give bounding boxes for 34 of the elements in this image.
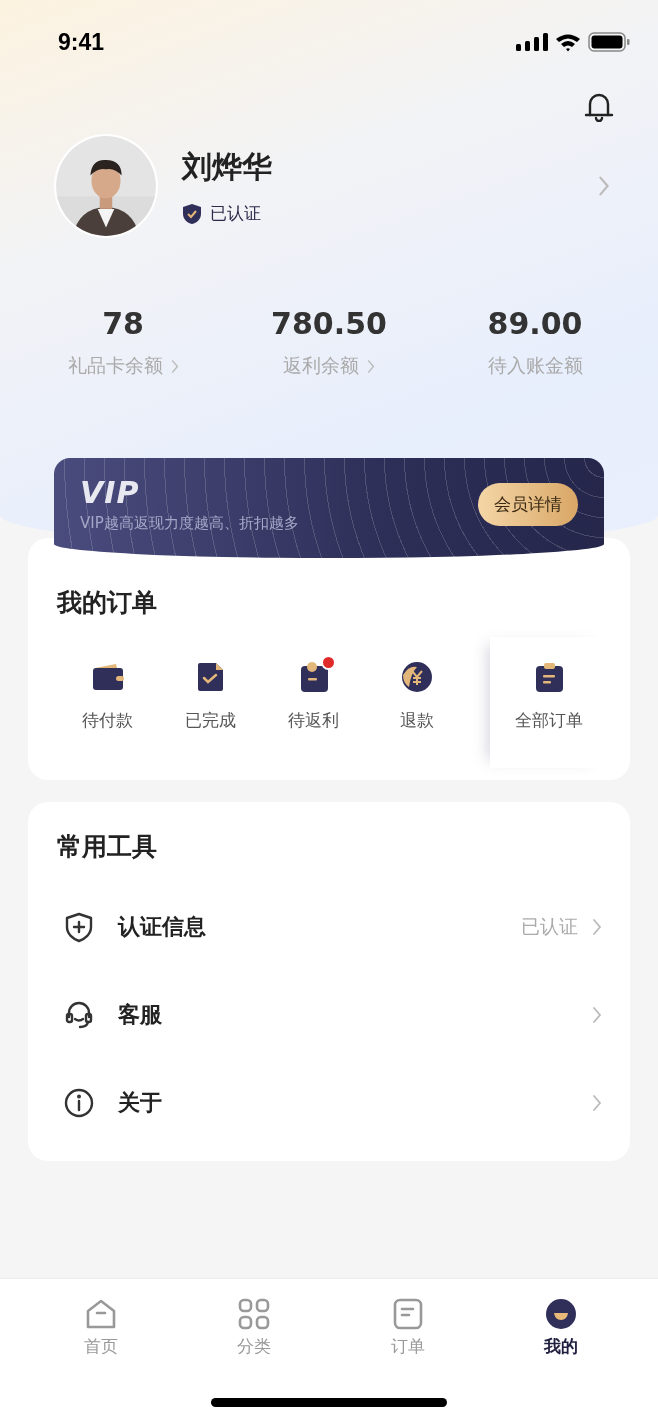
tool-row[interactable]: 客服: [28, 971, 630, 1059]
chevron-right-icon: [367, 358, 375, 374]
headset-icon: [63, 999, 95, 1031]
order-status-item[interactable]: 待付款: [56, 637, 159, 768]
stat-value: 780.50: [271, 306, 387, 341]
chevron-right-icon: [598, 175, 610, 197]
status-time: 9:41: [58, 28, 105, 56]
order-status-item[interactable]: 退款: [365, 637, 468, 768]
face-icon: [544, 1297, 579, 1331]
grid-icon: [237, 1297, 272, 1331]
section-title: 常用工具: [57, 831, 158, 863]
wifi-icon: [555, 32, 581, 52]
chevron-right-icon: [592, 918, 602, 936]
section-title: 我的订单: [57, 587, 158, 619]
stat-value: 89.00: [487, 306, 583, 341]
user-name: 刘烨华: [182, 148, 273, 186]
stat-value: 78: [102, 306, 144, 341]
vip-logo: VIP: [80, 475, 141, 510]
order-status-item[interactable]: 已完成: [159, 637, 262, 768]
shield-check-icon: [182, 202, 202, 225]
chevron-right-icon: [592, 1094, 602, 1112]
signal-icon: [516, 33, 548, 51]
vip-slogan: VIP越高返现力度越高、折扣越多: [80, 514, 299, 533]
tool-row[interactable]: 认证信息 已认证: [28, 883, 630, 971]
tool-row[interactable]: 关于: [28, 1059, 630, 1147]
chevron-right-icon: [592, 1006, 602, 1024]
shield-plus-icon: [63, 911, 95, 943]
order-status-item[interactable]: 待返利: [262, 637, 365, 768]
info-icon: [63, 1087, 95, 1119]
chevron-right-icon: [170, 358, 179, 374]
all-orders-item[interactable]: 全部订单: [490, 637, 607, 768]
verified-label: 已认证: [210, 202, 261, 225]
tab[interactable]: 我的: [484, 1297, 638, 1358]
battery-icon: [588, 32, 630, 52]
